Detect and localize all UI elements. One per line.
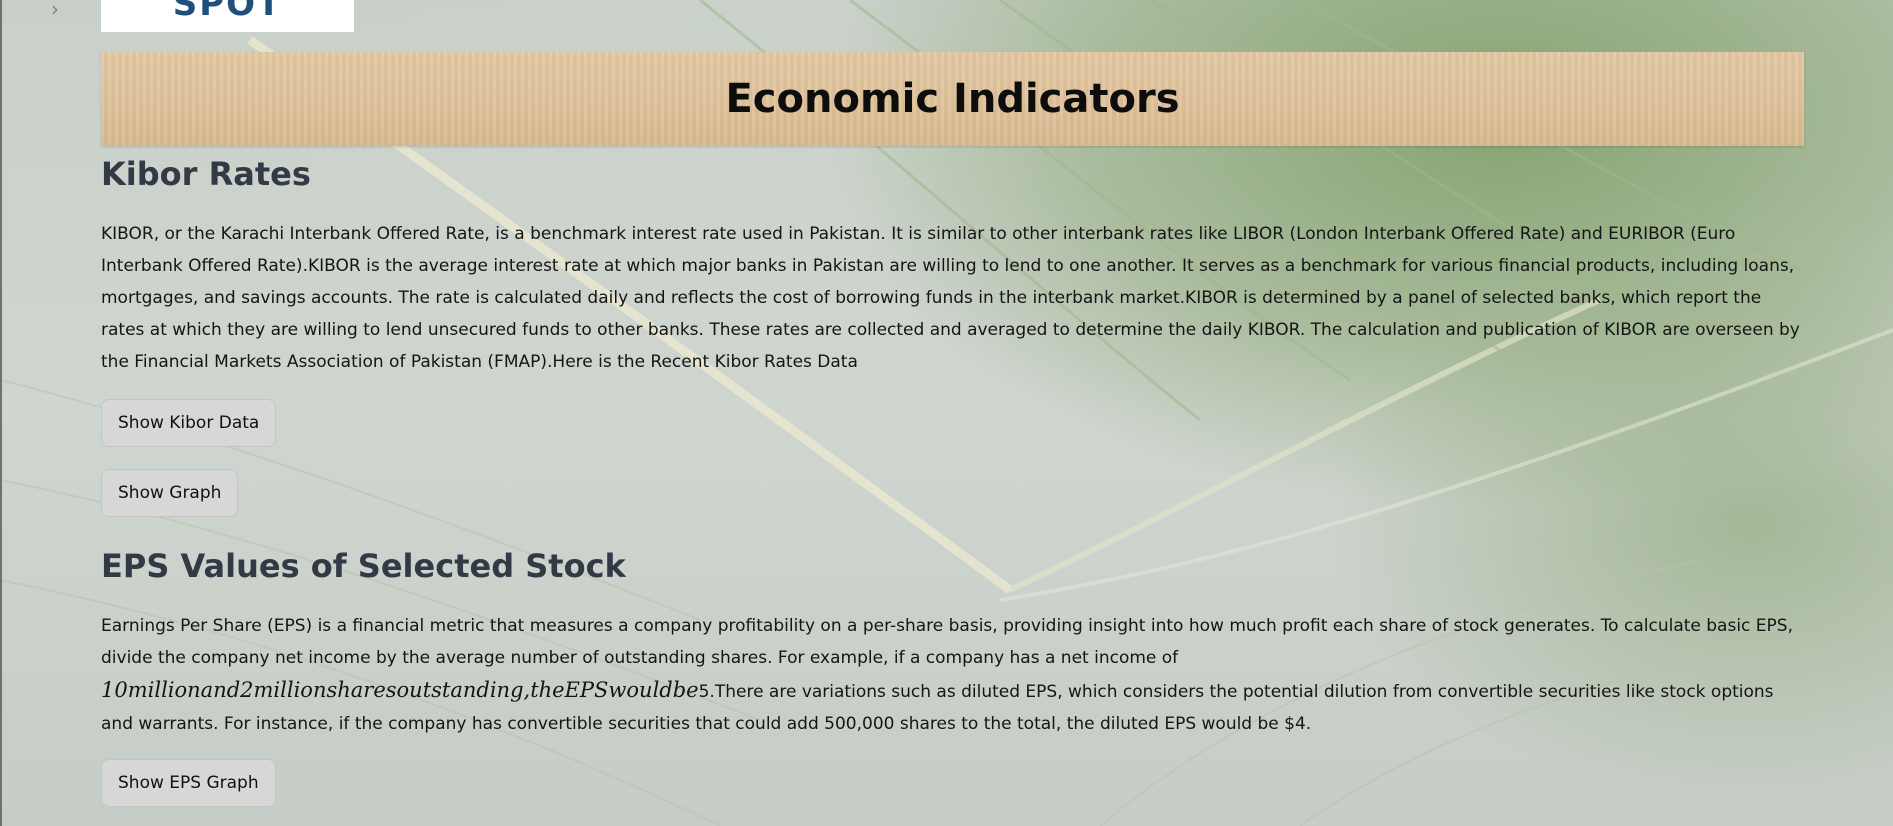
eps-description-part1: Earnings Per Share (EPS) is a financial … [101, 616, 1793, 668]
eps-heading: EPS Values of Selected Stock [101, 547, 626, 585]
eps-description-math: 10millionand2millionsharesoutstanding,th… [101, 678, 699, 702]
show-kibor-data-button[interactable]: Show Kibor Data [101, 399, 277, 447]
chevron-right-icon[interactable]: › [44, 0, 66, 20]
eps-description: Earnings Per Share (EPS) is a financial … [101, 610, 1801, 740]
page-title: Economic Indicators [725, 76, 1180, 122]
show-graph-button[interactable]: Show Graph [101, 469, 239, 517]
kibor-description: KIBOR, or the Karachi Interbank Offered … [101, 224, 1800, 372]
logo: SPOT [101, 0, 354, 32]
sidebar-edge [0, 0, 2, 826]
show-eps-graph-button[interactable]: Show EPS Graph [101, 759, 276, 807]
kibor-heading: Kibor Rates [101, 155, 311, 193]
title-banner: Economic Indicators [101, 52, 1804, 146]
logo-text: SPOT [172, 0, 283, 24]
